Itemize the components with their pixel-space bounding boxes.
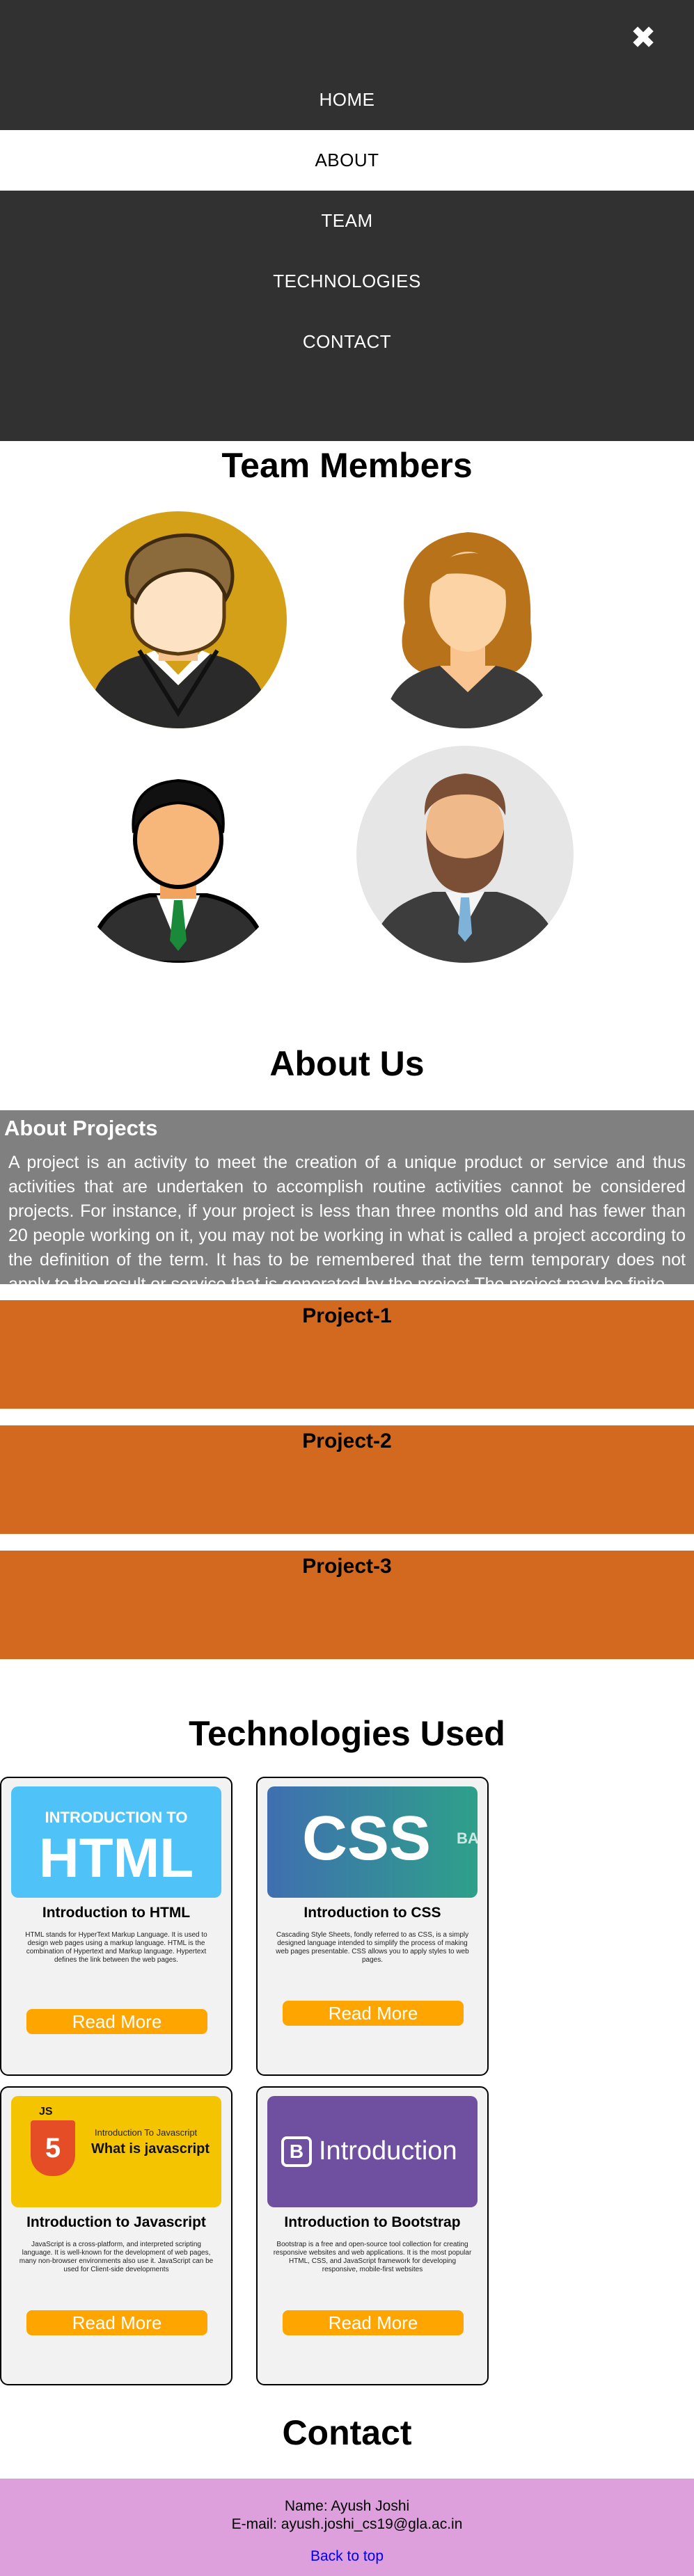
card-title: Introduction to Bootstrap: [284, 2214, 461, 2230]
contact-title: Contact: [282, 2413, 412, 2452]
thumb-caption: INTRODUCTION TO: [45, 1809, 188, 1826]
thumb-headline: What is javascript: [91, 2141, 210, 2157]
contact-box: Name: Ayush Joshi E-mail: ayush.joshi_cs…: [0, 2479, 694, 2576]
about-projects-box: About Projects A project is an activity …: [0, 1110, 694, 1284]
about-projects-heading: About Projects: [4, 1116, 158, 1140]
about-projects-text: A project is an activity to meet the cre…: [8, 1153, 686, 1284]
css-thumbnail: CSS BA: [267, 1786, 478, 1898]
tech-card-html: INTRODUCTION TO HTML Introduction to HTM…: [0, 1777, 232, 2076]
card-description: HTML stands for HyperText Markup Languag…: [25, 1931, 207, 1964]
thumb-headline: CSS: [302, 1804, 432, 1873]
contact-email: E-mail: ayush.joshi_cs19@gla.ac.in: [231, 2516, 463, 2532]
read-more-button[interactable]: Read More: [26, 2310, 207, 2335]
nav-overlay: ✖ HOME ABOUT TEAM TECHNOLOGIES CONTACT: [0, 0, 694, 441]
thumb-badge: JS: [39, 2106, 53, 2118]
female-avatar-icon: [356, 511, 574, 728]
technologies-title: Technologies Used: [189, 1714, 505, 1753]
bootstrap-thumbnail: B Introduction: [267, 2096, 478, 2207]
card-description: Cascading Style Sheets, fondly referred …: [276, 1931, 469, 1964]
male-avatar-icon: [70, 511, 287, 728]
nav-item-about[interactable]: ABOUT: [0, 130, 694, 191]
team-title: Team Members: [221, 446, 473, 485]
close-icon[interactable]: ✖: [626, 21, 661, 56]
back-to-top-link[interactable]: Back to top: [310, 2548, 384, 2564]
card-description: JavaScript is a cross-platform, and inte…: [19, 2241, 214, 2273]
card-title: Introduction to HTML: [42, 1905, 191, 1921]
thumb-caption: BA: [457, 1830, 478, 1847]
project-title: Project-3: [302, 1555, 392, 1578]
nav-item-contact[interactable]: CONTACT: [0, 312, 694, 372]
project-card: Project-1: [0, 1300, 694, 1409]
businessman-avatar-icon: [70, 746, 287, 963]
read-more-button[interactable]: Read More: [283, 2310, 464, 2335]
thumb-headline: HTML: [38, 1827, 194, 1889]
thumb-caption: Introduction: [319, 2136, 457, 2166]
bearded-man-avatar-icon: [356, 746, 574, 963]
read-more-button[interactable]: Read More: [283, 2001, 464, 2026]
javascript-thumbnail: 5 JS Introduction To Javascript What is …: [11, 2096, 221, 2207]
project-card: Project-3: [0, 1551, 694, 1659]
nav-item-home[interactable]: HOME: [0, 70, 694, 130]
project-card: Project-2: [0, 1425, 694, 1534]
nav-item-technologies[interactable]: TECHNOLOGIES: [0, 251, 694, 312]
nav-item-team[interactable]: TEAM: [0, 191, 694, 251]
read-more-button[interactable]: Read More: [26, 2009, 207, 2034]
card-title: Introduction to Javascript: [26, 2214, 206, 2230]
tech-card-bootstrap: B Introduction Introduction to Bootstrap…: [256, 2086, 489, 2385]
card-description: Bootstrap is a free and open-source tool…: [273, 2241, 472, 2273]
tech-card-javascript: 5 JS Introduction To Javascript What is …: [0, 2086, 232, 2385]
about-title: About Us: [269, 1044, 425, 1083]
contact-name: Name: Ayush Joshi: [284, 2498, 410, 2514]
project-title: Project-2: [302, 1430, 392, 1453]
project-title: Project-1: [302, 1304, 392, 1327]
bootstrap-logo-icon: B: [281, 2136, 312, 2167]
js-logo-icon: 5: [31, 2120, 75, 2176]
back-to-top-wrapper: Back to top: [0, 2548, 694, 2565]
tech-card-css: CSS BA Introduction to CSS Cascading Sty…: [256, 1777, 489, 2076]
card-title: Introduction to CSS: [303, 1905, 441, 1921]
thumb-caption: Introduction To Javascript: [95, 2127, 198, 2138]
html-thumbnail: INTRODUCTION TO HTML: [11, 1786, 221, 1898]
